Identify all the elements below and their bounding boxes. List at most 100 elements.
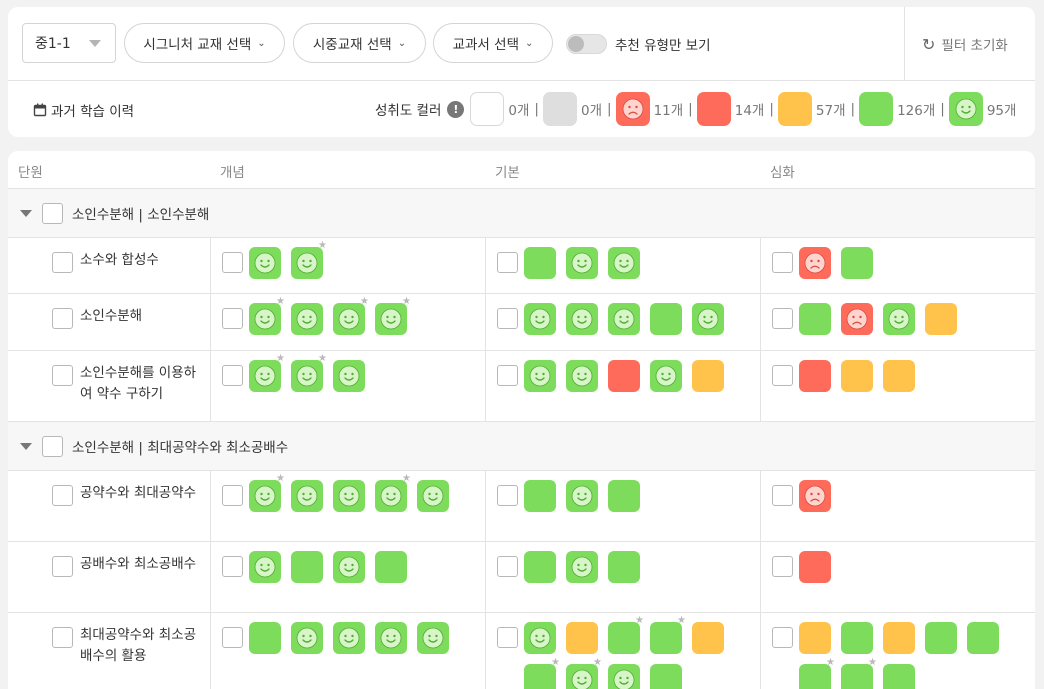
achievement-tile[interactable] bbox=[841, 247, 873, 279]
achievement-tile[interactable] bbox=[566, 360, 598, 392]
recommended-only-toggle[interactable] bbox=[566, 34, 607, 54]
concept-checkbox[interactable] bbox=[222, 252, 243, 273]
achievement-tile[interactable] bbox=[417, 622, 449, 654]
achievement-tile[interactable] bbox=[524, 480, 556, 512]
reset-filter-button[interactable]: ↻ 필터 초기화 bbox=[922, 34, 1008, 55]
achievement-tile[interactable] bbox=[291, 480, 323, 512]
achievement-tile[interactable] bbox=[291, 622, 323, 654]
unit-checkbox[interactable] bbox=[52, 556, 73, 577]
achievement-tile[interactable] bbox=[799, 247, 831, 279]
unit-checkbox[interactable] bbox=[52, 308, 73, 329]
achievement-tile[interactable]: ★ bbox=[799, 658, 835, 689]
achievement-tile[interactable] bbox=[291, 551, 323, 583]
achievement-tile[interactable] bbox=[566, 480, 598, 512]
achievement-tile[interactable]: ★ bbox=[249, 474, 285, 512]
signature-textbook-dropdown[interactable]: 시그니처 교재 선택 ⌄ bbox=[124, 23, 285, 63]
advanced-checkbox[interactable] bbox=[772, 365, 793, 386]
basic-checkbox[interactable] bbox=[497, 556, 518, 577]
achievement-tile[interactable] bbox=[799, 622, 831, 654]
achievement-tile[interactable] bbox=[608, 551, 640, 583]
achievement-tile[interactable]: ★ bbox=[566, 658, 602, 689]
concept-checkbox[interactable] bbox=[222, 365, 243, 386]
basic-checkbox[interactable] bbox=[497, 308, 518, 329]
achievement-tile[interactable] bbox=[249, 551, 281, 583]
achievement-tile[interactable] bbox=[333, 480, 365, 512]
concept-checkbox[interactable] bbox=[222, 627, 243, 648]
achievement-tile[interactable] bbox=[524, 622, 556, 654]
achievement-tile[interactable] bbox=[249, 622, 281, 654]
achievement-tile[interactable]: ★ bbox=[841, 658, 877, 689]
section-checkbox[interactable] bbox=[42, 202, 63, 224]
achievement-tile[interactable] bbox=[524, 247, 556, 279]
collapse-triangle-icon[interactable] bbox=[20, 442, 32, 450]
concept-checkbox[interactable] bbox=[222, 308, 243, 329]
achievement-tile[interactable]: ★ bbox=[524, 658, 560, 689]
basic-checkbox[interactable] bbox=[497, 252, 518, 273]
achievement-tile[interactable] bbox=[608, 247, 640, 279]
achievement-tile[interactable] bbox=[291, 303, 323, 335]
achievement-tile[interactable] bbox=[925, 622, 957, 654]
section-checkbox[interactable] bbox=[42, 435, 63, 457]
advanced-checkbox[interactable] bbox=[772, 308, 793, 329]
advanced-checkbox[interactable] bbox=[772, 627, 793, 648]
achievement-tile[interactable] bbox=[375, 622, 407, 654]
achievement-tile[interactable] bbox=[650, 360, 682, 392]
achievement-tile[interactable]: ★ bbox=[375, 474, 411, 512]
achievement-tile[interactable] bbox=[608, 480, 640, 512]
achievement-tile[interactable] bbox=[566, 303, 598, 335]
unit-checkbox[interactable] bbox=[52, 365, 73, 386]
achievement-tile[interactable]: ★ bbox=[249, 354, 285, 392]
grade-select[interactable]: 중1-1 bbox=[22, 23, 116, 63]
achievement-tile[interactable] bbox=[524, 551, 556, 583]
info-icon[interactable]: ! bbox=[447, 100, 465, 118]
achievement-tile[interactable] bbox=[841, 360, 873, 392]
advanced-checkbox[interactable] bbox=[772, 252, 793, 273]
achievement-tile[interactable]: ★ bbox=[608, 616, 644, 654]
achievement-tile[interactable] bbox=[692, 303, 724, 335]
market-textbook-dropdown[interactable]: 시중교재 선택 ⌄ bbox=[293, 23, 426, 63]
achievement-tile[interactable]: ★ bbox=[650, 616, 686, 654]
achievement-tile[interactable] bbox=[375, 551, 407, 583]
unit-checkbox[interactable] bbox=[52, 252, 73, 273]
achievement-tile[interactable]: ★ bbox=[291, 354, 327, 392]
achievement-tile[interactable] bbox=[524, 360, 556, 392]
achievement-tile[interactable] bbox=[925, 303, 957, 335]
achievement-tile[interactable] bbox=[692, 360, 724, 392]
achievement-tile[interactable] bbox=[883, 303, 915, 335]
achievement-tile[interactable] bbox=[799, 480, 831, 512]
achievement-tile[interactable] bbox=[692, 622, 724, 654]
advanced-checkbox[interactable] bbox=[772, 485, 793, 506]
school-textbook-dropdown[interactable]: 교과서 선택 ⌄ bbox=[433, 23, 553, 63]
achievement-tile[interactable] bbox=[566, 247, 598, 279]
achievement-tile[interactable] bbox=[841, 303, 873, 335]
achievement-tile[interactable] bbox=[799, 360, 831, 392]
concept-checkbox[interactable] bbox=[222, 485, 243, 506]
history-button[interactable]: 과거 학습 이력 bbox=[33, 100, 134, 120]
achievement-tile[interactable] bbox=[524, 303, 556, 335]
achievement-tile[interactable] bbox=[333, 622, 365, 654]
achievement-tile[interactable] bbox=[566, 622, 598, 654]
basic-checkbox[interactable] bbox=[497, 485, 518, 506]
achievement-tile[interactable] bbox=[650, 303, 682, 335]
achievement-tile[interactable] bbox=[249, 247, 281, 279]
advanced-checkbox[interactable] bbox=[772, 556, 793, 577]
basic-checkbox[interactable] bbox=[497, 627, 518, 648]
achievement-tile[interactable] bbox=[799, 303, 831, 335]
achievement-tile[interactable] bbox=[333, 360, 365, 392]
achievement-tile[interactable]: ★ bbox=[333, 297, 369, 335]
achievement-tile[interactable] bbox=[608, 664, 640, 689]
unit-checkbox[interactable] bbox=[52, 627, 73, 648]
basic-checkbox[interactable] bbox=[497, 365, 518, 386]
achievement-tile[interactable]: ★ bbox=[375, 297, 411, 335]
achievement-tile[interactable] bbox=[417, 480, 449, 512]
achievement-tile[interactable]: ★ bbox=[249, 297, 285, 335]
achievement-tile[interactable] bbox=[967, 622, 999, 654]
concept-checkbox[interactable] bbox=[222, 556, 243, 577]
achievement-tile[interactable] bbox=[883, 664, 915, 689]
achievement-tile[interactable] bbox=[799, 551, 831, 583]
achievement-tile[interactable] bbox=[883, 622, 915, 654]
unit-checkbox[interactable] bbox=[52, 485, 73, 506]
achievement-tile[interactable]: ★ bbox=[291, 241, 327, 279]
collapse-triangle-icon[interactable] bbox=[20, 209, 32, 217]
achievement-tile[interactable] bbox=[650, 664, 682, 689]
